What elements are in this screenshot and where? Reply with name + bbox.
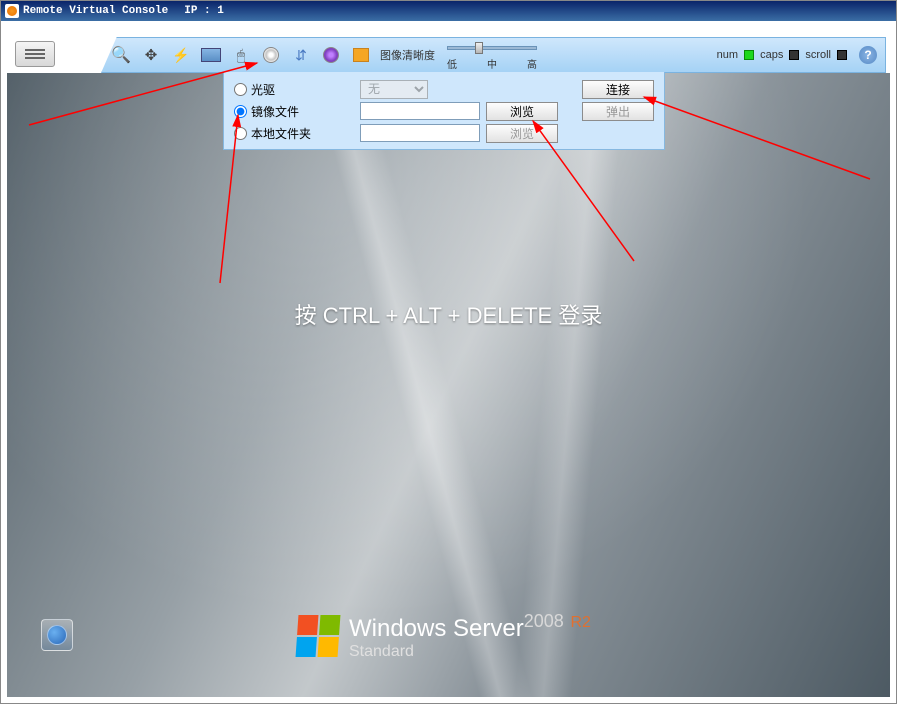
java-icon — [5, 4, 19, 18]
main-toolbar: 🔍 ✥ ⚡ 🖱 ⇵ 图像清晰度 低 中 高 — [101, 37, 886, 73]
radio-image-label: 镜像文件 — [251, 103, 299, 120]
brand-r2: R2 — [570, 614, 590, 631]
help-icon[interactable]: ? — [859, 46, 877, 64]
scroll-label: scroll — [805, 49, 831, 61]
radio-folder-label: 本地文件夹 — [251, 125, 311, 142]
connect-button[interactable]: 连接 — [582, 80, 654, 99]
usb-icon[interactable]: ⇵ — [290, 44, 312, 66]
radio-cddrive-label: 光驱 — [251, 81, 275, 98]
screens-icon[interactable] — [200, 44, 222, 66]
login-prompt: 按 CTRL + ALT + DELETE 登录 — [7, 298, 890, 330]
brand-edition: Standard — [349, 643, 591, 661]
num-led-icon — [744, 50, 754, 60]
title-bar: Remote Virtual Console IP : 1 — [1, 1, 896, 21]
clarity-slider[interactable]: 低 中 高 — [447, 40, 537, 70]
caps-led-icon — [789, 50, 799, 60]
os-branding: Windows Server2008 R2 Standard — [297, 611, 591, 661]
ease-of-access-button[interactable] — [41, 619, 73, 651]
slider-low: 低 — [447, 56, 457, 71]
windows-logo-icon — [296, 615, 341, 657]
chart-icon[interactable] — [350, 44, 372, 66]
app-title: Remote Virtual Console — [23, 5, 168, 17]
menu-button[interactable] — [15, 41, 55, 67]
num-label: num — [717, 49, 738, 61]
toolbar-area: 🔍 ✥ ⚡ 🖱 ⇵ 图像清晰度 低 中 高 — [1, 21, 896, 73]
radio-folder[interactable]: 本地文件夹 — [234, 125, 354, 142]
caps-label: caps — [760, 49, 783, 61]
move-icon[interactable]: ✥ — [140, 44, 162, 66]
magnify-icon[interactable]: 🔍 — [110, 44, 132, 66]
disc-icon[interactable] — [320, 44, 342, 66]
brand-year: 2008 — [524, 611, 564, 631]
slider-high: 高 — [527, 56, 537, 71]
remote-desktop-screen[interactable]: 按 CTRL + ALT + DELETE 登录 Windows Server2… — [7, 73, 890, 697]
keyboard-led-status: num caps scroll ? — [717, 46, 877, 64]
image-path-input[interactable] — [360, 102, 480, 120]
slider-mid: 中 — [487, 56, 497, 71]
browse-button[interactable]: 浏览 — [486, 102, 558, 121]
scroll-led-icon — [837, 50, 847, 60]
clarity-label: 图像清晰度 — [380, 47, 435, 63]
virtual-media-panel: 光驱 无 连接 镜像文件 浏览 弹出 本地文件夹 浏览 — [223, 72, 665, 150]
brand-main: Windows Server — [349, 615, 524, 642]
cd-icon[interactable] — [260, 44, 282, 66]
folder-path-input[interactable] — [360, 124, 480, 142]
power-icon[interactable]: ⚡ — [170, 44, 192, 66]
radio-cddrive[interactable]: 光驱 — [234, 81, 354, 98]
drive-select[interactable]: 无 — [360, 80, 428, 99]
ip-label: IP : 1 — [184, 5, 224, 17]
radio-image[interactable]: 镜像文件 — [234, 103, 354, 120]
eject-button[interactable]: 弹出 — [582, 102, 654, 121]
browse-folder-button: 浏览 — [486, 124, 558, 143]
mouse-icon[interactable]: 🖱 — [230, 44, 252, 66]
